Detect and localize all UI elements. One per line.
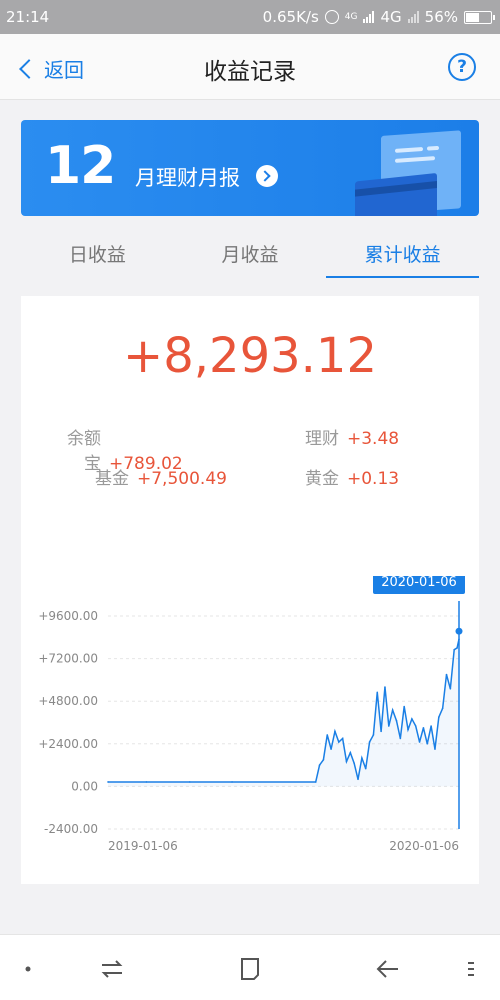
data-point [456,647,458,649]
data-point [349,751,352,754]
data-point [372,734,375,736]
tooltip-label: 2020-01-06 [381,576,457,590]
stat-value: +3.48 [347,429,400,449]
alarm-icon [324,10,339,24]
data-point [368,741,371,743]
data-point [380,730,382,733]
data-point [361,757,363,759]
data-point [399,737,402,740]
signal-icon [363,11,375,23]
battery-percent: 56% [424,8,458,26]
stat-value: +7,500.49 [137,469,227,489]
earnings-tabs: 日收益 月收益 累计收益 [21,228,479,278]
menu-icon[interactable] [458,955,486,983]
data-point [145,781,148,783]
y-tick-label: +7200.00 [38,652,98,666]
data-point [426,743,429,745]
data-point [326,734,329,736]
series-area [108,639,459,787]
data-point [384,686,386,688]
data-point [388,725,390,727]
data-point [407,728,409,731]
arrow-right-circle-icon [256,165,278,187]
home-square-icon[interactable] [236,955,264,983]
banner-label: 月理财月报 [135,166,240,190]
nav-header: 返回 收益记录 ? [0,34,500,100]
data-point [445,673,448,676]
tab-cumulative[interactable]: 累计收益 [326,228,479,278]
data-point [411,718,413,720]
data-point [318,764,321,766]
system-nav-bar [0,934,500,1000]
total-earnings: +8,293.12 [123,328,377,384]
data-point [345,760,348,763]
cumulative-earnings-chart[interactable]: +9600.00 +7200.00 +4800.00 +2400.00 0.00 -240… [21,576,479,856]
data-point [364,767,367,770]
x-tick-label: 2020-01-06 [389,839,459,853]
y-tick-label: 0.00 [71,779,98,793]
status-time: 21:14 [6,8,50,26]
data-point [334,730,336,733]
tab-monthly[interactable]: 月收益 [174,228,327,278]
network-speed: 0.65K/s [262,8,319,26]
data-point [438,716,440,718]
y-tick-label: -2400.00 [44,822,98,836]
data-point [341,737,344,740]
stat-label: 基金 [95,469,129,489]
stat-label: 黄金 [305,469,339,489]
data-point [337,741,340,743]
data-point [418,741,421,743]
earnings-card: +8,293.12 余额宝 +789.02 理财 +3.48 基金 +7,500.49… [21,296,479,884]
stat-jijin: 基金 +7,500.49 [59,464,227,489]
status-indicators: 0.65K/s 4G 4G 56% [262,8,495,26]
page-title: 收益记录 [204,59,296,85]
data-point [107,781,109,783]
data-point [322,758,325,761]
data-point [376,691,379,694]
data-point [441,707,444,710]
y-tick-label: +4800.00 [38,694,98,708]
highlight-point [455,627,463,635]
data-point [430,725,432,727]
stat-value: +0.13 [347,469,400,489]
data-point [188,781,191,783]
switch-icon[interactable] [98,955,126,983]
data-point [314,781,317,783]
data-point [453,648,455,651]
back-arrow-icon[interactable] [374,955,402,983]
status-bar: 21:14 0.65K/s 4G 4G 56% [0,0,500,34]
y-tick-label: +2400.00 [38,737,98,751]
x-tick-label: 2019-01-06 [108,839,178,853]
network-type: 4G [380,8,402,26]
battery-icon [464,10,495,24]
y-tick-label: +9600.00 [38,609,98,623]
data-point [422,727,425,729]
help-button[interactable]: ? [448,53,476,81]
tab-daily[interactable]: 日收益 [21,228,174,278]
report-illustration-icon [355,130,461,216]
data-point [353,762,355,765]
data-point [391,709,394,711]
data-point [395,719,398,722]
data-point [403,705,405,708]
stat-huangjin: 黄金 +0.13 [305,464,399,489]
data-point [414,725,417,727]
stat-licai: 理财 +3.48 [305,424,399,449]
signal-icon-2 [407,11,419,23]
network-type-small: 4G [344,12,358,22]
stat-label: 理财 [305,429,339,449]
banner-month: 12 [45,136,116,196]
data-point [231,781,233,783]
data-point [357,778,359,781]
data-point [434,748,436,750]
monthly-report-banner[interactable]: 12 月理财月报 [21,120,479,216]
data-point [449,687,452,690]
dot-icon[interactable] [18,955,46,983]
data-point [330,748,332,750]
